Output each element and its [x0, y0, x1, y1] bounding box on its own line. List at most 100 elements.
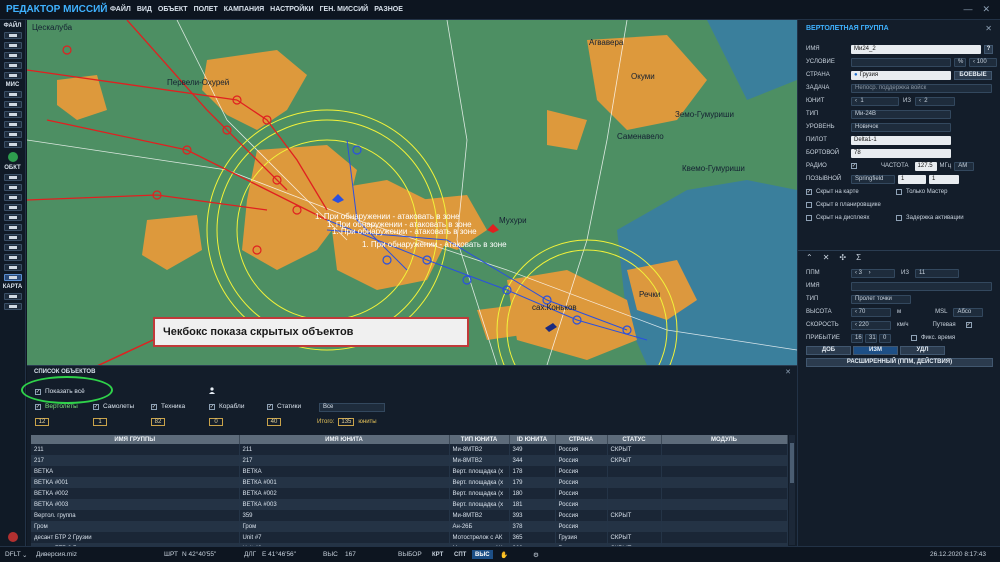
- table-row[interactable]: 211 211 Ми-8МТВ2 349 Россия СКРЫТ: [31, 444, 788, 455]
- table-row[interactable]: ВЕТКА #002 ВЕТКА #002 Верт. площадка (х 180…: [31, 488, 788, 499]
- altitude-mode-select[interactable]: Абсо: [953, 307, 984, 317]
- goals-button[interactable]: [3, 101, 22, 108]
- briefing-button[interactable]: [3, 121, 22, 128]
- filter-statics[interactable]: ✓ Статики: [267, 403, 325, 410]
- combat-button[interactable]: БОЕВЫЕ: [954, 70, 992, 80]
- edit-waypoint-button[interactable]: ИЗМ: [853, 345, 898, 355]
- person-icon[interactable]: [209, 387, 215, 394]
- condition-input[interactable]: [851, 57, 951, 67]
- filter-vehicles[interactable]: ✓ Техника: [151, 403, 209, 410]
- hidden-on-displays-checkbox[interactable]: [806, 215, 812, 221]
- status-ok-icon[interactable]: [7, 152, 18, 162]
- filter-ships[interactable]: ✓ Корабли: [209, 403, 267, 410]
- add-nav-point-button[interactable]: [3, 254, 22, 261]
- hidden-on-map-checkbox[interactable]: ✓: [806, 189, 812, 195]
- triggers-button[interactable]: [3, 111, 22, 118]
- chevron-down-icon[interactable]: ⌄: [22, 551, 27, 559]
- menu-view[interactable]: ВИД: [137, 6, 152, 13]
- targets-tab-icon[interactable]: ✕: [823, 253, 830, 262]
- minimize-icon[interactable]: —: [963, 4, 972, 15]
- advanced-actions-button[interactable]: РАСШИРЕННЫЙ (ППМ, ДЕЙСТВИЯ): [806, 357, 993, 367]
- filter-planes-checkbox[interactable]: ✓: [93, 403, 99, 410]
- map-layers-button[interactable]: [3, 303, 22, 310]
- weather-button[interactable]: [3, 91, 22, 98]
- show-all-checkbox[interactable]: ✓: [35, 388, 41, 395]
- unit-total-stepper[interactable]: ‹ 2: [914, 96, 955, 106]
- hidden-in-planner-checkbox[interactable]: [806, 202, 812, 208]
- hand-icon[interactable]: ✋: [500, 551, 508, 559]
- fly-mission-button[interactable]: [3, 72, 22, 79]
- route-speed-checkbox[interactable]: ✓: [965, 322, 972, 328]
- add-waypoint-button[interactable]: ДОБ: [806, 345, 851, 355]
- summary-tab-icon[interactable]: Σ: [856, 253, 861, 262]
- resources-button[interactable]: [3, 131, 22, 138]
- coalitions-button[interactable]: [3, 141, 22, 148]
- map-mode-select[interactable]: DFLT: [5, 551, 21, 558]
- modulation-select[interactable]: AM: [954, 161, 975, 171]
- probability-input[interactable]: ‹ 100: [969, 57, 997, 67]
- menu-misc[interactable]: РАЗНОЕ: [374, 6, 403, 13]
- callsign-number-1[interactable]: 1: [898, 174, 926, 184]
- filter-planes[interactable]: ✓ Самолеты: [93, 403, 151, 410]
- unit-stepper[interactable]: ‹ 1: [851, 96, 899, 106]
- master-only-checkbox[interactable]: [896, 189, 902, 195]
- filter-ships-checkbox[interactable]: ✓: [209, 403, 215, 410]
- altitude-stepper[interactable]: ‹ 70: [851, 307, 891, 317]
- table-row[interactable]: Гром Гром Ан-26Б 378 Россия: [31, 521, 788, 532]
- arrival-hours[interactable]: 16: [851, 333, 863, 343]
- menu-settings[interactable]: НАСТРОЙКИ: [270, 6, 313, 13]
- add-static-button[interactable]: [3, 214, 22, 221]
- waypoint-type-select[interactable]: Пролет точки: [851, 294, 911, 304]
- menu-campaign[interactable]: КАМПАНИЯ: [224, 6, 264, 13]
- payload-tab-icon[interactable]: ✣: [839, 253, 846, 262]
- open-file-button[interactable]: [3, 42, 22, 49]
- table-row[interactable]: ВЕТКА ВЕТКА Верт. площадка (х 178 Россия: [31, 466, 788, 477]
- table-row[interactable]: 217 217 Ми-8МТВ2 344 Россия СКРЫТ: [31, 455, 788, 466]
- arrival-seconds[interactable]: 0: [879, 333, 891, 343]
- route-tab-icon[interactable]: ⌃: [806, 253, 813, 262]
- pilot-input[interactable]: Delta1-1: [851, 135, 951, 145]
- add-fleet-button[interactable]: [3, 244, 22, 251]
- filter-helicopters-checkbox[interactable]: ✓: [35, 403, 41, 410]
- settings-icon[interactable]: ⚙: [533, 551, 539, 559]
- show-all-toggle[interactable]: ✓ Показать всё: [35, 388, 85, 395]
- column-module[interactable]: МОДУЛЬ: [661, 435, 788, 444]
- delete-waypoint-button[interactable]: УДЛ: [900, 345, 945, 355]
- type-select[interactable]: Ми-24В: [851, 109, 951, 119]
- column-country[interactable]: СТРАНА: [555, 435, 608, 444]
- new-file-button[interactable]: [3, 32, 22, 39]
- menu-object[interactable]: ОБЪЕКТ: [158, 6, 188, 13]
- menu-mission-gen[interactable]: ГЕН. МИССИЙ: [320, 6, 369, 13]
- add-helicopter-button[interactable]: [3, 184, 22, 191]
- menu-flight[interactable]: ПОЛЕТ: [194, 6, 218, 13]
- map-options-button[interactable]: [3, 293, 22, 300]
- frequency-input[interactable]: 127.5: [914, 161, 937, 171]
- column-unit-id[interactable]: ID ЮНИТА: [509, 435, 556, 444]
- close-icon[interactable]: ✕: [982, 4, 990, 15]
- add-zone-button[interactable]: [3, 224, 22, 231]
- column-unit-name[interactable]: ИМЯ ЮНИТА: [239, 435, 450, 444]
- add-ship-button[interactable]: [3, 194, 22, 201]
- add-plane-button[interactable]: [3, 174, 22, 181]
- altitude-map-button[interactable]: ВЫС: [472, 550, 493, 559]
- fixed-time-checkbox[interactable]: [911, 335, 917, 341]
- waypoint-name-input[interactable]: [851, 281, 992, 291]
- callsign-number-2[interactable]: 1: [929, 174, 959, 184]
- table-row[interactable]: десант БТР 2 Грузии Unit #7 Мотострелок с …: [31, 532, 788, 543]
- late-activation-checkbox[interactable]: [896, 215, 902, 221]
- callsign-select[interactable]: Springfield: [851, 174, 895, 184]
- add-vehicle-button[interactable]: [3, 204, 22, 211]
- save-as-button[interactable]: [3, 62, 22, 69]
- column-group-name[interactable]: ИМЯ ГРУППЫ: [31, 435, 240, 444]
- close-icon[interactable]: ✕: [985, 24, 992, 33]
- waypoint-stepper[interactable]: ‹ 3 ›: [851, 268, 895, 278]
- mission-map[interactable]: Цескалуба Первели-Охурей Агвавера Окуми …: [27, 20, 797, 365]
- table-row[interactable]: ВЕТКА #001 ВЕТКА #001 Верт. площадка (х 179…: [31, 477, 788, 488]
- task-select[interactable]: Непоср. поддержка войск: [851, 83, 992, 93]
- save-file-button[interactable]: [3, 52, 22, 59]
- help-button[interactable]: ?: [984, 44, 993, 54]
- speed-stepper[interactable]: ‹ 220: [851, 320, 891, 330]
- filter-helicopters[interactable]: ✓ Вертолёты: [35, 403, 93, 410]
- chevron-left-icon[interactable]: ‹: [973, 59, 975, 65]
- filter-vehicles-checkbox[interactable]: ✓: [151, 403, 157, 410]
